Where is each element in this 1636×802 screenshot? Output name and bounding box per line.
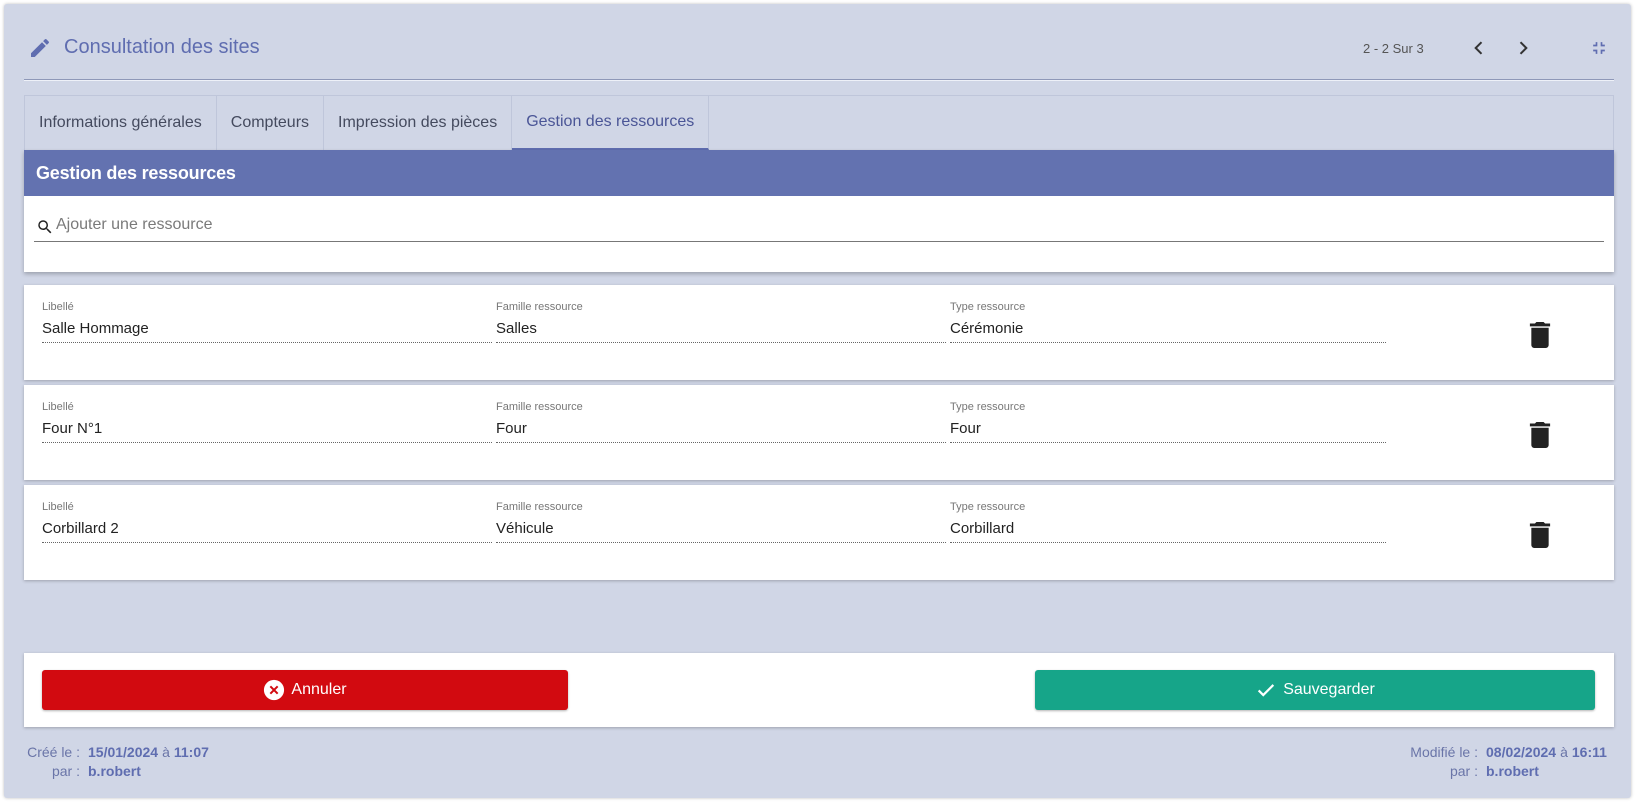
modified-label: Modifié le :	[1410, 744, 1478, 760]
type-value: Corbillard	[950, 520, 1386, 543]
tab-informations-generales[interactable]: Informations générales	[25, 96, 217, 150]
action-bar: Annuler Sauvegarder	[24, 653, 1614, 727]
created-date: 15/01/2024	[88, 744, 159, 760]
type-value: Four	[950, 420, 1386, 443]
delete-resource-button[interactable]	[1529, 522, 1551, 548]
delete-resource-button[interactable]	[1529, 422, 1551, 448]
famille-field[interactable]: Famille ressource Salles	[496, 301, 946, 343]
modified-by-label: par :	[1449, 763, 1478, 779]
check-icon	[1258, 684, 1275, 697]
type-field[interactable]: Type ressource Corbillard	[950, 501, 1386, 543]
libelle-value: Salle Hommage	[42, 320, 492, 343]
save-label: Sauvegarder	[1283, 681, 1375, 698]
cancel-label: Annuler	[291, 681, 347, 698]
page-header: Consultation des sites 2 - 2 Sur 3	[24, 30, 1614, 80]
libelle-value: Corbillard 2	[42, 520, 492, 543]
libelle-field[interactable]: Libellé Corbillard 2	[42, 501, 492, 543]
page-title: Consultation des sites	[64, 36, 260, 58]
libelle-value: Four N°1	[42, 420, 492, 443]
search-icon	[36, 218, 54, 241]
close-circle-icon	[264, 679, 285, 701]
collapse-button[interactable]	[1585, 34, 1613, 62]
created-at-word: à	[162, 744, 170, 760]
famille-label: Famille ressource	[496, 301, 583, 313]
save-button[interactable]: Sauvegarder	[1035, 670, 1595, 710]
window-frame: Consultation des sites 2 - 2 Sur 3 Infor…	[4, 4, 1631, 798]
created-by: b.robert	[88, 763, 141, 779]
tab-compteurs[interactable]: Compteurs	[217, 96, 325, 150]
modified-by: b.robert	[1486, 763, 1539, 779]
famille-label: Famille ressource	[496, 401, 583, 413]
famille-value: Salles	[496, 320, 946, 343]
libelle-field[interactable]: Libellé Salle Hommage	[42, 301, 492, 343]
libelle-label: Libellé	[42, 401, 74, 413]
modified-time: 16:11	[1571, 744, 1607, 760]
edit-icon	[28, 36, 52, 60]
tab-impression-pieces[interactable]: Impression des pièces	[324, 96, 513, 150]
modified-info: Modifié le : 08/02/2024 à 16:11 par : b.…	[1402, 743, 1607, 781]
resource-card: Libellé Four N°1 Famille ressource Four …	[24, 385, 1614, 480]
previous-record-button[interactable]	[1465, 34, 1493, 62]
tab-bar: Informations générales Compteurs Impress…	[24, 95, 1614, 150]
type-label: Type ressource	[950, 401, 1026, 413]
created-label: Créé le :	[27, 744, 80, 760]
resource-card: Libellé Corbillard 2 Famille ressource V…	[24, 485, 1614, 580]
famille-value: Four	[496, 420, 946, 443]
tab-gestion-ressources[interactable]: Gestion des ressources	[512, 96, 710, 150]
panel-title: Gestion des ressources	[24, 150, 1614, 196]
libelle-label: Libellé	[42, 501, 74, 513]
famille-label: Famille ressource	[496, 501, 583, 513]
resource-card: Libellé Salle Hommage Famille ressource …	[24, 285, 1614, 380]
famille-field[interactable]: Famille ressource Véhicule	[496, 501, 946, 543]
modified-date: 08/02/2024	[1486, 744, 1557, 760]
chevron-left-icon	[1474, 41, 1483, 55]
pagination-indicator: 2 - 2 Sur 3	[1363, 41, 1424, 56]
trash-icon	[1529, 522, 1551, 548]
libelle-label: Libellé	[42, 301, 74, 313]
resources-panel: Gestion des ressources	[24, 150, 1614, 272]
collapse-icon	[1593, 42, 1605, 54]
created-time: 11:07	[173, 744, 209, 760]
type-field[interactable]: Type ressource Four	[950, 401, 1386, 443]
famille-field[interactable]: Famille ressource Four	[496, 401, 946, 443]
next-record-button[interactable]	[1509, 34, 1537, 62]
search-box	[34, 210, 1604, 242]
cancel-button[interactable]: Annuler	[42, 670, 568, 710]
created-by-label: par :	[51, 763, 80, 779]
trash-icon	[1529, 322, 1551, 348]
modified-at-word: à	[1560, 744, 1568, 760]
type-value: Cérémonie	[950, 320, 1386, 343]
created-info: Créé le : 15/01/2024 à 11:07 par : b.rob…	[24, 743, 209, 781]
famille-value: Véhicule	[496, 520, 946, 543]
add-resource-input[interactable]	[56, 212, 1596, 238]
type-field[interactable]: Type ressource Cérémonie	[950, 301, 1386, 343]
delete-resource-button[interactable]	[1529, 322, 1551, 348]
libelle-field[interactable]: Libellé Four N°1	[42, 401, 492, 443]
chevron-right-icon	[1519, 41, 1528, 55]
trash-icon	[1529, 422, 1551, 448]
type-label: Type ressource	[950, 501, 1026, 513]
type-label: Type ressource	[950, 301, 1026, 313]
